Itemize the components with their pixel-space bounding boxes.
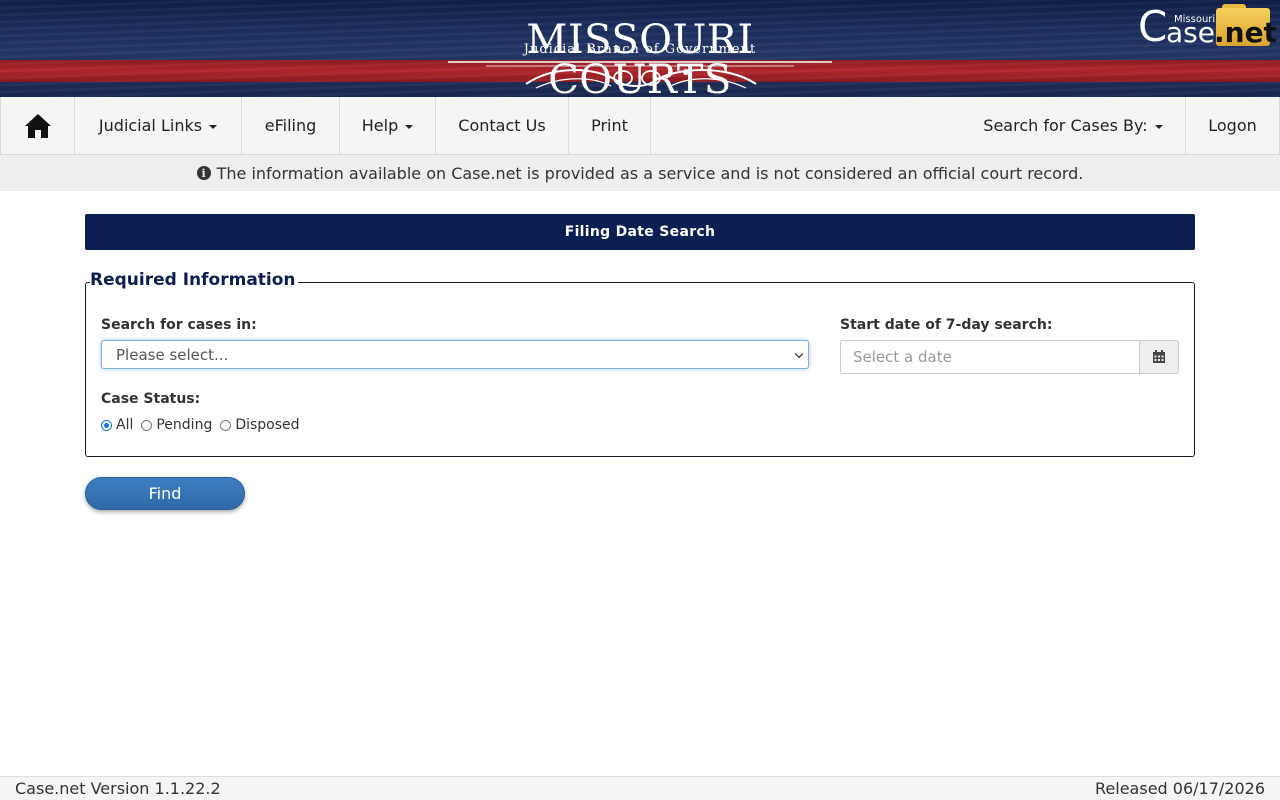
nav-logon[interactable]: Logon — [1186, 97, 1279, 154]
nav-efiling[interactable]: eFiling — [242, 97, 340, 154]
nav-print[interactable]: Print — [569, 97, 651, 154]
logo-flourish-icon — [448, 61, 832, 89]
calendar-button[interactable] — [1139, 340, 1179, 374]
nav-contact-us[interactable]: Contact Us — [436, 97, 569, 154]
chevron-down-icon — [794, 349, 804, 359]
caret-down-icon — [405, 124, 414, 129]
nav-help[interactable]: Help — [340, 97, 436, 154]
main-navbar: Judicial Links eFiling Help Contact Us P… — [0, 97, 1280, 155]
radio-button[interactable] — [101, 419, 112, 431]
search-in-label: Search for cases in: — [101, 317, 257, 333]
radio-all[interactable]: All — [101, 417, 133, 433]
start-date-input[interactable]: Select a date — [840, 340, 1140, 374]
panel-title: Filing Date Search — [85, 214, 1195, 250]
disclaimer-bar: i The information available on Case.net … — [0, 155, 1280, 191]
site-banner: MISSOURI COURTS Judicial Branch of Gover… — [0, 0, 1280, 97]
radio-pending[interactable]: Pending — [141, 417, 212, 433]
start-date-label: Start date of 7-day search: — [840, 317, 1053, 333]
radio-button[interactable] — [141, 419, 153, 431]
caret-down-icon — [209, 124, 218, 129]
find-button[interactable]: Find — [85, 477, 245, 510]
home-button[interactable] — [1, 97, 75, 154]
home-icon — [24, 113, 51, 138]
release-date-text: Released 06/17/2026 — [1095, 779, 1265, 798]
version-text: Case.net Version 1.1.22.2 — [15, 779, 221, 798]
casenet-logo[interactable]: C Missouri ase .net — [1138, 2, 1277, 51]
nav-search-for-cases-by[interactable]: Search for Cases By: — [961, 97, 1186, 154]
info-circle-icon: i — [196, 166, 211, 180]
caret-down-icon — [1154, 124, 1163, 129]
logo-subtitle: Judicial Branch of Government — [523, 42, 757, 57]
court-select[interactable]: Please select... — [101, 340, 809, 369]
page-footer: Case.net Version 1.1.22.2 Released 06/17… — [0, 776, 1280, 800]
case-status-label: Case Status: — [101, 391, 201, 407]
calendar-icon — [1153, 350, 1165, 363]
radio-button[interactable] — [220, 419, 232, 431]
fieldset-legend: Required Information — [90, 270, 298, 290]
disclaimer-text: The information available on Case.net is… — [216, 163, 1084, 183]
nav-judicial-links[interactable]: Judicial Links — [75, 97, 242, 154]
radio-disposed[interactable]: Disposed — [220, 417, 300, 433]
case-status-radio-group: All Pending Disposed — [101, 417, 308, 433]
missouri-courts-logo[interactable]: MISSOURI COURTS Judicial Branch of Gover… — [446, 8, 834, 97]
